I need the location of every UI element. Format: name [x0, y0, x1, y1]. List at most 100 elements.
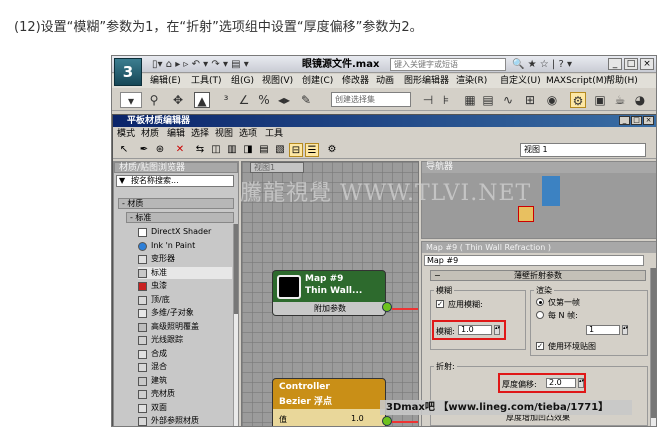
apply-blur-checkbox[interactable]: ✓ [436, 300, 444, 308]
map-name-field[interactable]: Map #9 [424, 255, 644, 266]
layout-children-icon[interactable]: ▧ [273, 143, 287, 157]
params-scrollbar[interactable] [650, 268, 656, 426]
list-item[interactable]: DirectX Shader [138, 226, 232, 238]
angle-snap-icon[interactable]: ∠ [236, 92, 252, 108]
editor-menu-options[interactable]: 选项 [239, 128, 257, 141]
search-input[interactable]: 键入关键字或短语 [390, 58, 506, 71]
menu-modifiers[interactable]: 修改器 [342, 74, 369, 88]
curve-editor-icon[interactable]: ∿ [500, 92, 516, 108]
n-frames-input[interactable]: 1 [586, 325, 620, 335]
material-editor-icon[interactable]: ◉ [544, 92, 560, 108]
menu-help[interactable]: 帮助(H) [606, 74, 638, 88]
map-node-extra-params[interactable]: 附加参数 [273, 302, 385, 315]
render-frame-icon[interactable]: ▣ [592, 92, 608, 108]
spinner-snap-icon[interactable]: ◂▸ [276, 92, 292, 108]
menu-tools[interactable]: 工具(T) [191, 74, 222, 88]
menu-customize[interactable]: 自定义(U) [500, 74, 541, 88]
list-item[interactable]: 壳材质 [138, 388, 232, 400]
editor-menu-material[interactable]: 材质 [141, 128, 159, 141]
editor-menu-view[interactable]: 视图 [215, 128, 233, 141]
first-frame-only-radio[interactable] [536, 298, 544, 306]
menu-views[interactable]: 视图(V) [262, 74, 293, 88]
list-item[interactable]: 高级照明覆盖 [138, 321, 232, 333]
controller-output-socket[interactable] [382, 416, 392, 426]
show-bg-icon[interactable]: ▥ [225, 143, 239, 157]
every-n-frames-radio[interactable] [536, 311, 544, 319]
align-icon[interactable]: ⊧ [438, 92, 454, 108]
delete-icon[interactable]: ✕ [173, 143, 187, 157]
menu-rendering[interactable]: 渲染(R) [456, 74, 487, 88]
search-dropdown-icon[interactable]: ▼ [119, 176, 125, 186]
eyedropper-icon[interactable]: ✒ [137, 143, 151, 157]
tab-view1[interactable]: 视图1 [250, 162, 304, 173]
browser-toggle-icon[interactable]: ☰ [305, 143, 319, 157]
list-item[interactable]: 双面 [138, 402, 232, 414]
list-item[interactable]: 建筑 [138, 375, 232, 387]
quick-access-icons[interactable]: ▯▾ ⌂ ▸ ▹ ↶ ▾ ↷ ▾ ▤ ▾ [152, 58, 249, 71]
select-tool-icon[interactable]: ↖ [117, 143, 131, 157]
thin-wall-refraction-rollout[interactable]: − 薄壁折射参数 [430, 270, 646, 281]
list-item[interactable]: 光线跟踪 [138, 334, 232, 346]
selection-set-dropdown[interactable]: 创建选择集 [331, 92, 411, 107]
editor-menu-mode[interactable]: 模式 [117, 128, 135, 141]
list-item[interactable]: 多维/子对象 [138, 307, 232, 319]
menu-create[interactable]: 创建(C) [302, 74, 333, 88]
map-node[interactable]: Map #9 Thin Wall... 附加参数 [272, 270, 386, 316]
n-frames-spinner[interactable]: ▴▾ [622, 325, 628, 335]
editor-maximize-button[interactable]: □ [631, 116, 642, 125]
title-tools-icons[interactable]: 🔍 ★ ☆ | ? ▾ [512, 58, 572, 71]
render-icon[interactable]: ☕ [612, 92, 628, 108]
menu-animation[interactable]: 动画 [376, 74, 394, 88]
list-item[interactable]: 合成 [138, 348, 232, 360]
params-scroll-thumb[interactable] [651, 268, 656, 418]
subgroup-standard[interactable]: - 标准 [126, 212, 234, 223]
minimize-button[interactable]: _ [608, 58, 622, 70]
link-icon[interactable]: ⚲ [146, 92, 162, 108]
show-map-icon[interactable]: ◫ [209, 143, 223, 157]
editor-minimize-button[interactable]: _ [619, 116, 630, 125]
maximize-button[interactable]: □ [624, 58, 638, 70]
list-item[interactable]: 外部参照材质 [138, 415, 232, 426]
browser-scrollbar[interactable] [233, 224, 238, 426]
parameter-editor-icon[interactable]: ⊟ [289, 143, 303, 157]
browser-search-input[interactable]: ▼ 按名称搜索... [116, 175, 234, 187]
sample-icon[interactable]: ◨ [241, 143, 255, 157]
list-item[interactable]: 变形器 [138, 253, 232, 265]
layout-all-icon[interactable]: ▤ [257, 143, 271, 157]
controller-node[interactable]: Controller Bezier 浮点 值 1.0 [272, 378, 386, 426]
list-item[interactable]: 顶/底 [138, 294, 232, 306]
list-item[interactable]: 标准 [138, 266, 232, 279]
schematic-icon[interactable]: ⊞ [522, 92, 538, 108]
named-selection-icon[interactable]: ✎ [298, 92, 314, 108]
editor-menu-select[interactable]: 选择 [191, 128, 209, 141]
snap-3-icon[interactable]: ³ [218, 92, 234, 108]
menu-edit[interactable]: 编辑(E) [150, 74, 181, 88]
editor-close-button[interactable]: × [643, 116, 654, 125]
menu-maxscript[interactable]: MAXScript(M) [546, 74, 607, 88]
render-setup-icon[interactable]: ⚙ [570, 92, 586, 108]
assign-icon[interactable]: ⊛ [153, 143, 167, 157]
map-node-output-socket[interactable] [382, 302, 392, 312]
browser-scroll-thumb[interactable] [234, 224, 238, 314]
layer-icon[interactable]: ▦ [462, 92, 478, 108]
view-dropdown[interactable]: 视图 1 [520, 143, 646, 157]
group-materials[interactable]: - 材质 [118, 198, 234, 209]
move-children-icon[interactable]: ⇆ [193, 143, 207, 157]
menu-graph-editors[interactable]: 图形编辑器 [404, 74, 449, 88]
close-button[interactable]: × [640, 58, 654, 70]
use-env-map-checkbox[interactable]: ✓ [536, 342, 544, 350]
graph-editor-icon[interactable]: ▤ [480, 92, 496, 108]
menu-group[interactable]: 组(G) [231, 74, 254, 88]
navigator-viewport-frame[interactable] [518, 206, 534, 222]
list-item[interactable]: 虫漆 [138, 280, 232, 292]
app-logo-icon[interactable]: 3 [114, 58, 142, 86]
render-production-icon[interactable]: ◕ [632, 92, 648, 108]
select-icon[interactable]: ▲ [194, 92, 210, 108]
editor-menu-tools[interactable]: 工具 [265, 128, 283, 141]
list-item[interactable]: Ink 'n Paint [138, 240, 232, 252]
mirror-icon[interactable]: ⊣ [420, 92, 436, 108]
undo-scope-dropdown[interactable]: ▾ [120, 92, 142, 108]
move-icon[interactable]: ✥ [170, 92, 186, 108]
editor-menu-edit[interactable]: 编辑 [167, 128, 185, 141]
percent-snap-icon[interactable]: % [256, 92, 272, 108]
